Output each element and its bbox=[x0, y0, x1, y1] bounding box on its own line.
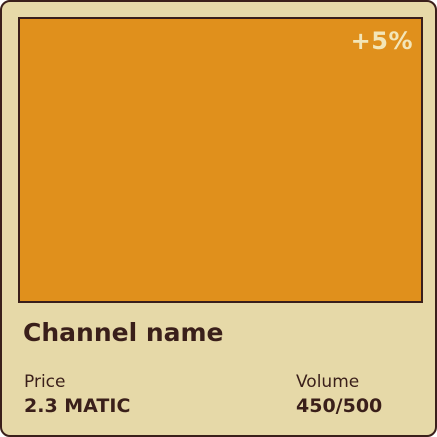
volume-value: 450/500 bbox=[296, 395, 383, 417]
price-label: Price bbox=[24, 372, 66, 392]
change-badge: +5% bbox=[350, 27, 413, 55]
price-value: 2.3 MATIC bbox=[24, 395, 131, 417]
volume-label: Volume bbox=[296, 372, 360, 392]
price-stat: Price 2.3 MATIC bbox=[24, 372, 130, 419]
channel-name: Channel name bbox=[23, 318, 224, 347]
channel-card[interactable]: +5% Channel name Price 2.3 MATIC Volume … bbox=[0, 0, 437, 437]
volume-stat: Volume 450/500 bbox=[296, 372, 382, 419]
channel-thumbnail[interactable]: +5% bbox=[18, 17, 423, 303]
